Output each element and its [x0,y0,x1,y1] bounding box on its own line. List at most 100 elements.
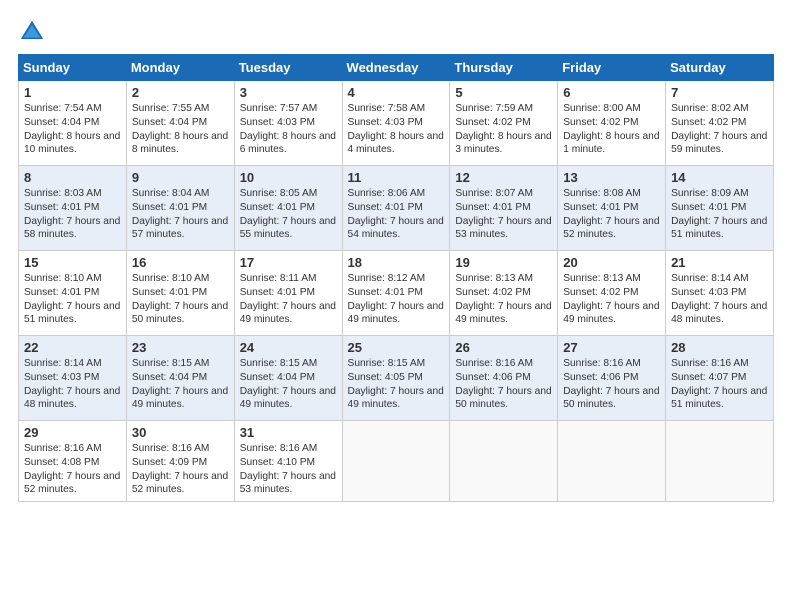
cell-text: Sunrise: 7:54 AM Sunset: 4:04 PM Dayligh… [24,102,121,157]
day-number: 25 [348,340,445,355]
calendar-cell: 22 Sunrise: 8:14 AM Sunset: 4:03 PM Dayli… [19,336,127,421]
cell-text: Sunrise: 8:11 AM Sunset: 4:01 PM Dayligh… [240,272,337,327]
calendar-cell: 7 Sunrise: 8:02 AM Sunset: 4:02 PM Daylig… [666,81,774,166]
calendar-cell: 8 Sunrise: 8:03 AM Sunset: 4:01 PM Daylig… [19,166,127,251]
cell-text: Sunrise: 8:16 AM Sunset: 4:08 PM Dayligh… [24,442,121,497]
calendar-cell: 5Sunrise: 7:59 AM Sunset: 4:02 PM Daylig… [450,81,558,166]
calendar-cell: 3 Sunrise: 7:57 AM Sunset: 4:03 PM Daylig… [234,81,342,166]
day-number: 7 [671,85,768,100]
cell-text: Sunrise: 8:13 AM Sunset: 4:02 PM Dayligh… [563,272,660,327]
day-number: 5 [455,85,552,100]
cell-text: Sunrise: 8:13 AM Sunset: 4:02 PM Dayligh… [455,272,552,327]
day-number: 31 [240,425,337,440]
day-number: 14 [671,170,768,185]
day-number: 18 [348,255,445,270]
cell-text: Sunrise: 7:55 AM Sunset: 4:04 PM Dayligh… [132,102,229,157]
day-number: 21 [671,255,768,270]
day-number: 20 [563,255,660,270]
calendar-cell: 26 Sunrise: 8:16 AM Sunset: 4:06 PM Dayli… [450,336,558,421]
calendar-cell [558,421,666,502]
calendar-cell: 18 Sunrise: 8:12 AM Sunset: 4:01 PM Dayli… [342,251,450,336]
cell-text: Sunrise: 8:16 AM Sunset: 4:10 PM Dayligh… [240,442,337,497]
cell-text: Sunrise: 8:05 AM Sunset: 4:01 PM Dayligh… [240,187,337,242]
calendar-cell: 16Sunrise: 8:10 AM Sunset: 4:01 PM Dayli… [126,251,234,336]
calendar-cell: 17Sunrise: 8:11 AM Sunset: 4:01 PM Dayli… [234,251,342,336]
col-header-wednesday: Wednesday [342,55,450,81]
cell-text: Sunrise: 7:57 AM Sunset: 4:03 PM Dayligh… [240,102,337,157]
calendar-cell [666,421,774,502]
column-headers: SundayMondayTuesdayWednesdayThursdayFrid… [19,55,774,81]
day-number: 27 [563,340,660,355]
cell-text: Sunrise: 8:09 AM Sunset: 4:01 PM Dayligh… [671,187,768,242]
day-number: 22 [24,340,121,355]
calendar-cell: 29Sunrise: 8:16 AM Sunset: 4:08 PM Dayli… [19,421,127,502]
cell-text: Sunrise: 8:10 AM Sunset: 4:01 PM Dayligh… [24,272,121,327]
calendar-cell: 12 Sunrise: 8:07 AM Sunset: 4:01 PM Dayli… [450,166,558,251]
cell-text: Sunrise: 8:15 AM Sunset: 4:04 PM Dayligh… [240,357,337,412]
day-number: 4 [348,85,445,100]
cell-text: Sunrise: 8:15 AM Sunset: 4:04 PM Dayligh… [132,357,229,412]
header [18,18,774,46]
calendar-cell: 30 Sunrise: 8:16 AM Sunset: 4:09 PM Dayli… [126,421,234,502]
calendar-cell: 21 Sunrise: 8:14 AM Sunset: 4:03 PM Dayli… [666,251,774,336]
cell-text: Sunrise: 8:00 AM Sunset: 4:02 PM Dayligh… [563,102,660,157]
cell-text: Sunrise: 8:12 AM Sunset: 4:01 PM Dayligh… [348,272,445,327]
col-header-monday: Monday [126,55,234,81]
calendar-cell: 28 Sunrise: 8:16 AM Sunset: 4:07 PM Dayli… [666,336,774,421]
cell-text: Sunrise: 8:14 AM Sunset: 4:03 PM Dayligh… [24,357,121,412]
logo-icon [18,18,46,46]
day-number: 2 [132,85,229,100]
col-header-sunday: Sunday [19,55,127,81]
calendar-cell: 10 Sunrise: 8:05 AM Sunset: 4:01 PM Dayli… [234,166,342,251]
day-number: 1 [24,85,121,100]
cell-text: Sunrise: 8:08 AM Sunset: 4:01 PM Dayligh… [563,187,660,242]
day-number: 26 [455,340,552,355]
cell-text: Sunrise: 8:16 AM Sunset: 4:06 PM Dayligh… [455,357,552,412]
cell-text: Sunrise: 8:04 AM Sunset: 4:01 PM Dayligh… [132,187,229,242]
calendar-cell: 27 Sunrise: 8:16 AM Sunset: 4:06 PM Dayli… [558,336,666,421]
calendar-cell: 15 Sunrise: 8:10 AM Sunset: 4:01 PM Dayli… [19,251,127,336]
calendar-table: SundayMondayTuesdayWednesdayThursdayFrid… [18,54,774,502]
calendar-cell: 11Sunrise: 8:06 AM Sunset: 4:01 PM Dayli… [342,166,450,251]
col-header-saturday: Saturday [666,55,774,81]
calendar-cell: 25Sunrise: 8:15 AM Sunset: 4:05 PM Dayli… [342,336,450,421]
calendar-cell: 4Sunrise: 7:58 AM Sunset: 4:03 PM Daylig… [342,81,450,166]
col-header-friday: Friday [558,55,666,81]
day-number: 15 [24,255,121,270]
day-number: 12 [455,170,552,185]
day-number: 10 [240,170,337,185]
day-number: 6 [563,85,660,100]
calendar-cell: 1 Sunrise: 7:54 AM Sunset: 4:04 PM Daylig… [19,81,127,166]
calendar-cell: 31 Sunrise: 8:16 AM Sunset: 4:10 PM Dayli… [234,421,342,502]
day-number: 24 [240,340,337,355]
cell-text: Sunrise: 8:07 AM Sunset: 4:01 PM Dayligh… [455,187,552,242]
day-number: 11 [348,170,445,185]
col-header-tuesday: Tuesday [234,55,342,81]
day-number: 19 [455,255,552,270]
col-header-thursday: Thursday [450,55,558,81]
day-number: 28 [671,340,768,355]
day-number: 8 [24,170,121,185]
calendar-cell: 24 Sunrise: 8:15 AM Sunset: 4:04 PM Dayli… [234,336,342,421]
cell-text: Sunrise: 8:16 AM Sunset: 4:09 PM Dayligh… [132,442,229,497]
calendar-cell: 14 Sunrise: 8:09 AM Sunset: 4:01 PM Dayli… [666,166,774,251]
calendar-cell: 13 Sunrise: 8:08 AM Sunset: 4:01 PM Dayli… [558,166,666,251]
cell-text: Sunrise: 8:16 AM Sunset: 4:07 PM Dayligh… [671,357,768,412]
day-number: 3 [240,85,337,100]
calendar-cell: 9 Sunrise: 8:04 AM Sunset: 4:01 PM Daylig… [126,166,234,251]
cell-text: Sunrise: 8:10 AM Sunset: 4:01 PM Dayligh… [132,272,229,327]
page-container: SundayMondayTuesdayWednesdayThursdayFrid… [0,0,792,512]
day-number: 13 [563,170,660,185]
day-number: 30 [132,425,229,440]
cell-text: Sunrise: 8:03 AM Sunset: 4:01 PM Dayligh… [24,187,121,242]
day-number: 9 [132,170,229,185]
calendar-cell [342,421,450,502]
calendar-cell: 23 Sunrise: 8:15 AM Sunset: 4:04 PM Dayli… [126,336,234,421]
cell-text: Sunrise: 8:16 AM Sunset: 4:06 PM Dayligh… [563,357,660,412]
calendar-cell: 19 Sunrise: 8:13 AM Sunset: 4:02 PM Dayli… [450,251,558,336]
day-number: 23 [132,340,229,355]
cell-text: Sunrise: 8:02 AM Sunset: 4:02 PM Dayligh… [671,102,768,157]
calendar-cell: 2 Sunrise: 7:55 AM Sunset: 4:04 PM Daylig… [126,81,234,166]
calendar-cell: 6 Sunrise: 8:00 AM Sunset: 4:02 PM Daylig… [558,81,666,166]
cell-text: Sunrise: 8:14 AM Sunset: 4:03 PM Dayligh… [671,272,768,327]
